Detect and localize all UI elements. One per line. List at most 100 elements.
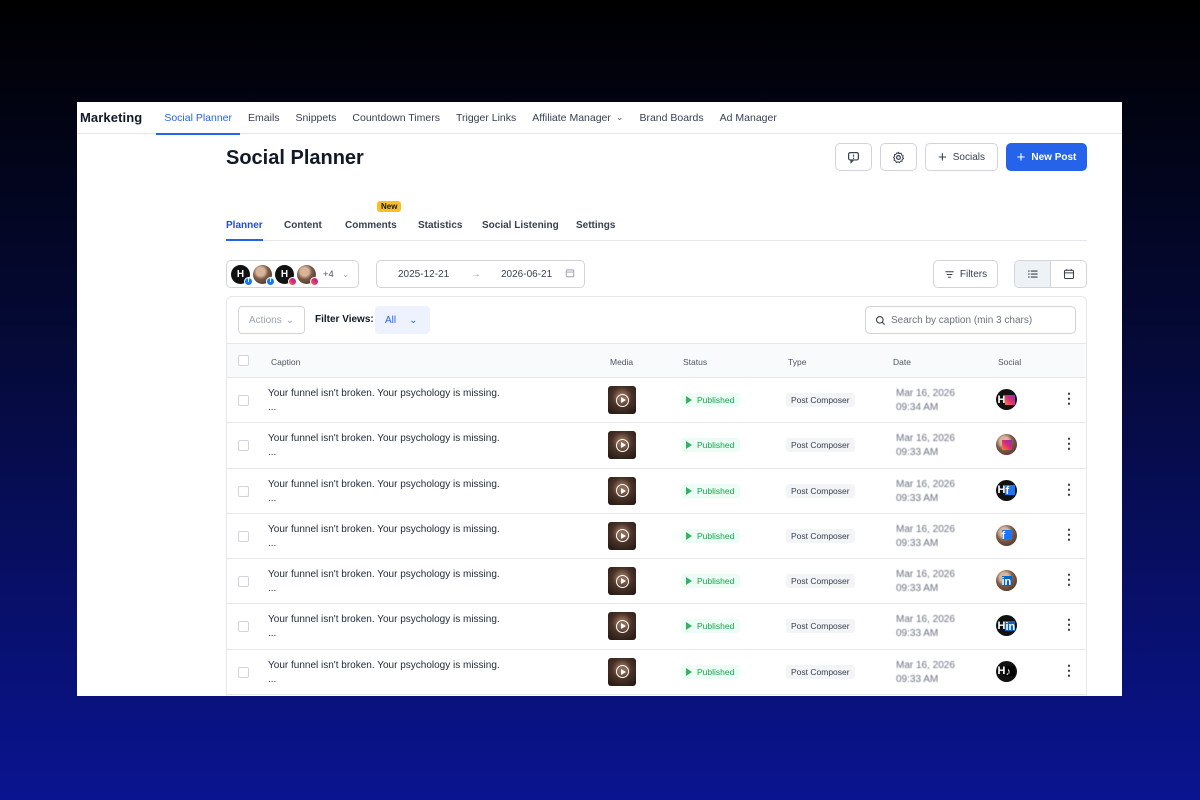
media-thumbnail[interactable] <box>608 612 636 641</box>
nav-brand-boards[interactable]: Brand Boards <box>631 102 711 134</box>
column-status: Status <box>683 357 708 367</box>
time-text: 09:34 AM <box>896 402 939 413</box>
table-row[interactable]: Your funnel isn't broken. Your psycholog… <box>227 604 1086 650</box>
time-text: 09:33 AM <box>896 492 939 504</box>
account-selector[interactable]: Hf f H +4 ⌄ <box>226 260 359 288</box>
caption-text: Your funnel isn't broken. Your psycholog… <box>268 433 500 445</box>
row-checkbox[interactable] <box>238 621 249 633</box>
post-caption[interactable]: Your funnel isn't broken. Your psycholog… <box>268 478 500 506</box>
new-badge: New <box>377 201 402 212</box>
facebook-icon: f <box>266 276 275 286</box>
play-icon <box>615 574 629 588</box>
send-icon <box>686 577 692 586</box>
media-thumbnail[interactable] <box>608 386 636 414</box>
table-row[interactable]: Your funnel isn't broken. Your psycholog… <box>227 378 1086 424</box>
row-checkbox[interactable] <box>238 666 249 678</box>
row-checkbox[interactable] <box>238 576 249 588</box>
nav-snippets[interactable]: Snippets <box>288 102 345 134</box>
play-icon <box>615 665 629 679</box>
status-text: Published <box>697 395 735 405</box>
nav-countdown-timers[interactable]: Countdown Timers <box>344 102 448 134</box>
caption-text: Your funnel isn't broken. Your psycholog… <box>268 388 500 399</box>
filter-views-select[interactable]: All ⌄ <box>375 306 430 334</box>
media-thumbnail[interactable] <box>608 431 636 460</box>
table-row[interactable]: Your funnel isn't broken. Your psycholog… <box>227 469 1086 514</box>
more-options-icon[interactable]: ⋮ <box>1062 617 1076 631</box>
tab-social-listening[interactable]: Social Listening <box>482 220 559 231</box>
post-caption[interactable]: Your funnel isn't broken. Your psycholog… <box>268 387 500 415</box>
status-text: Published <box>697 440 735 451</box>
post-caption[interactable]: Your funnel isn't broken. Your psycholog… <box>268 568 500 596</box>
caption-text: Your funnel isn't broken. Your psycholog… <box>268 478 500 490</box>
caption-more: ... <box>268 583 277 595</box>
list-view-button[interactable] <box>1015 261 1051 287</box>
tab-statistics[interactable]: Statistics <box>418 220 462 231</box>
more-options-icon[interactable]: ⋮ <box>1062 663 1076 677</box>
post-caption[interactable]: Your funnel isn't broken. Your psycholog… <box>268 613 500 641</box>
status-badge: Published <box>681 393 741 407</box>
nav-social-planner[interactable]: Social Planner <box>156 102 240 135</box>
chevron-down-icon: ⌄ <box>409 314 418 326</box>
plus-icon: + <box>1016 148 1026 166</box>
row-checkbox[interactable] <box>238 530 249 542</box>
date-text: Mar 16, 2026 <box>896 614 955 626</box>
date-text: Mar 16, 2026 <box>896 433 955 445</box>
more-options-icon[interactable]: ⋮ <box>1062 436 1076 450</box>
date-range-picker[interactable]: 2025-12-21 → 2026-06-21 <box>376 260 585 288</box>
nav-ad-manager[interactable]: Ad Manager <box>712 102 785 134</box>
select-all-checkbox[interactable] <box>238 355 249 366</box>
socials-button[interactable]: + Socials <box>925 143 998 171</box>
filters-button[interactable]: Filters <box>933 260 998 288</box>
nav-emails[interactable]: Emails <box>240 102 288 134</box>
post-caption[interactable]: Your funnel isn't broken. Your psycholog… <box>268 432 500 460</box>
calendar-icon <box>565 268 575 281</box>
tab-settings[interactable]: Settings <box>576 220 615 231</box>
status-badge: Published <box>681 574 741 589</box>
search-icon <box>875 315 886 325</box>
table-row[interactable]: Your funnel isn't broken. Your psycholog… <box>227 559 1086 605</box>
send-icon <box>686 622 692 631</box>
more-options-icon[interactable]: ⋮ <box>1062 482 1076 496</box>
post-date: Mar 16, 2026 09:33 AM <box>896 568 955 596</box>
feedback-button[interactable] <box>835 143 872 171</box>
media-thumbnail[interactable] <box>608 567 636 596</box>
table-row[interactable]: Your funnel isn't broken. Your psycholog… <box>227 423 1086 469</box>
new-post-button[interactable]: + New Post <box>1006 143 1087 171</box>
column-caption: Caption <box>271 357 301 367</box>
more-options-icon[interactable]: ⋮ <box>1062 527 1076 541</box>
actions-dropdown[interactable]: Actions ⌄ <box>238 306 305 334</box>
avatar: in <box>996 570 1017 592</box>
search-input[interactable]: Search by caption (min 3 chars) <box>865 306 1076 334</box>
more-options-icon[interactable]: ⋮ <box>1062 572 1076 586</box>
socials-button-label: Socials <box>952 151 985 163</box>
facebook-icon: f <box>244 276 253 286</box>
table-row[interactable]: Your funnel isn't broken. Your psycholog… <box>227 650 1086 696</box>
facebook-icon: f <box>1001 530 1012 542</box>
media-thumbnail[interactable] <box>608 521 636 550</box>
media-thumbnail[interactable] <box>608 657 636 686</box>
avatar: H ♪ <box>996 660 1017 682</box>
row-checkbox[interactable] <box>238 440 249 452</box>
post-caption[interactable]: Your funnel isn't broken. Your psycholog… <box>268 659 500 687</box>
post-caption[interactable]: Your funnel isn't broken. Your psycholog… <box>268 523 500 551</box>
facebook-icon: f <box>1005 485 1016 497</box>
send-icon <box>686 396 692 404</box>
type-badge: Post Composer <box>786 528 855 543</box>
settings-button[interactable] <box>880 143 917 171</box>
media-thumbnail[interactable] <box>608 476 636 505</box>
row-checkbox[interactable] <box>238 395 249 406</box>
nav-trigger-links[interactable]: Trigger Links <box>448 102 524 134</box>
arrow-right-icon: → <box>471 268 481 280</box>
tab-content[interactable]: Content <box>284 220 322 231</box>
avatar: Hin <box>996 615 1017 637</box>
date-text: Mar 16, 2026 <box>896 388 955 399</box>
row-checkbox[interactable] <box>238 485 249 497</box>
filter-views-value: All <box>385 314 397 326</box>
more-options-icon[interactable]: ⋮ <box>1062 391 1076 405</box>
calendar-view-button[interactable] <box>1051 261 1086 287</box>
type-badge: Post Composer <box>786 664 855 679</box>
nav-affiliate-manager[interactable]: Affiliate Manager ⌄ <box>524 102 631 134</box>
tab-comments[interactable]: Comments <box>345 220 397 231</box>
table-row[interactable]: Your funnel isn't broken. Your psycholog… <box>227 514 1086 560</box>
tab-planner[interactable]: Planner <box>226 220 263 241</box>
